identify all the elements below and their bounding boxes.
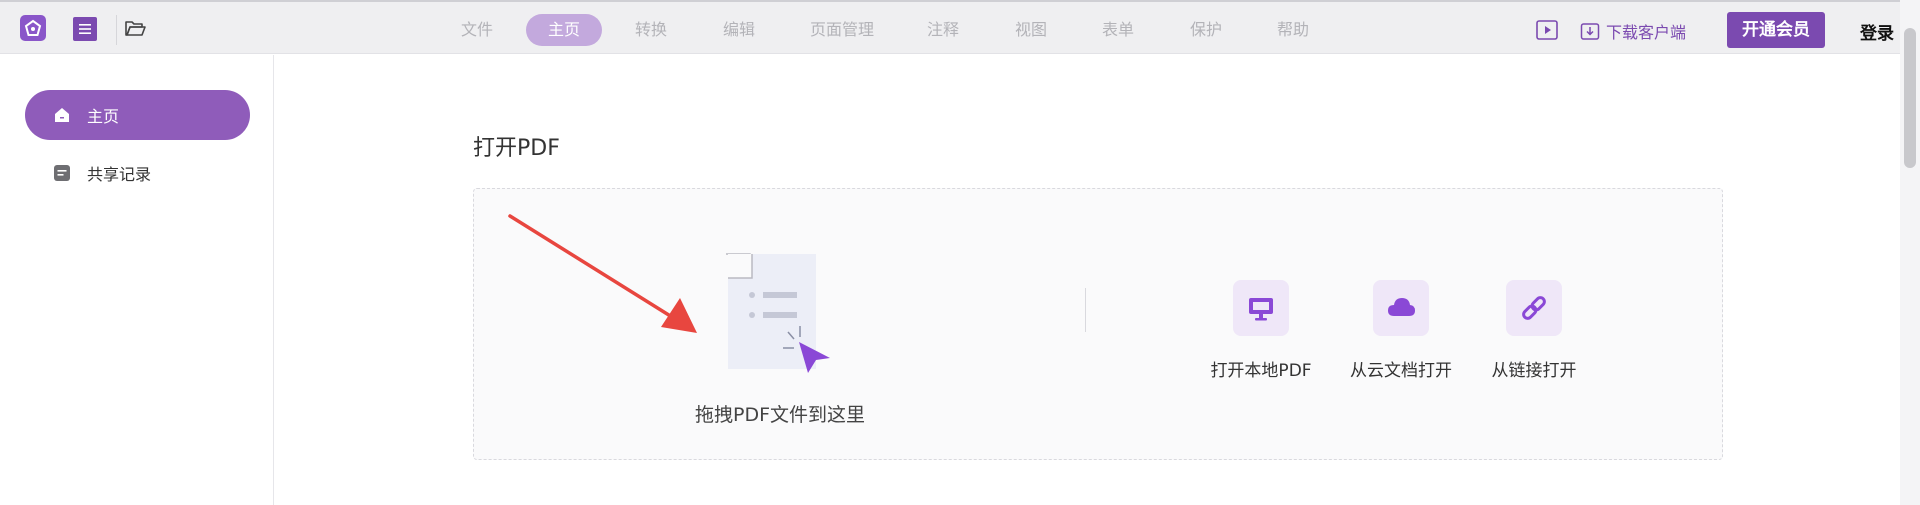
- sidebar-item-share-history[interactable]: 共享记录: [25, 148, 250, 198]
- document-icon: [53, 164, 71, 182]
- open-from-link-label: 从链接打开: [1491, 361, 1577, 381]
- nav-form[interactable]: 表单: [1093, 14, 1143, 46]
- scrollbar-thumb[interactable]: [1904, 28, 1916, 168]
- download-client-label: 下载客户端: [1606, 23, 1687, 42]
- home-icon: [53, 106, 71, 124]
- open-folder-icon[interactable]: [124, 17, 146, 39]
- open-local-pdf-button[interactable]: 打开本地PDF: [1191, 280, 1331, 381]
- document-drop-illustration-icon: [726, 250, 836, 375]
- monitor-icon: [1233, 280, 1289, 336]
- red-arrow-annotation-icon: [500, 210, 715, 340]
- app-logo-icon[interactable]: [20, 15, 46, 41]
- download-client-button[interactable]: 下载客户端: [1580, 20, 1686, 42]
- sidebar: 主页 共享记录: [0, 55, 274, 505]
- cloud-icon: [1373, 280, 1429, 336]
- vertical-divider: [1085, 288, 1086, 332]
- link-icon: [1506, 280, 1562, 336]
- sidebar-item-label: 共享记录: [87, 165, 152, 184]
- sidebar-item-home[interactable]: 主页: [25, 90, 250, 140]
- page-title: 打开PDF: [473, 136, 560, 161]
- open-from-cloud-label: 从云文档打开: [1350, 361, 1452, 381]
- nav-edit[interactable]: 编辑: [714, 14, 764, 46]
- nav-home[interactable]: 主页: [526, 14, 602, 46]
- open-from-cloud-button[interactable]: 从云文档打开: [1331, 280, 1471, 381]
- nav-help[interactable]: 帮助: [1268, 14, 1318, 46]
- nav-convert[interactable]: 转换: [626, 14, 676, 46]
- sidebar-item-label: 主页: [87, 107, 120, 126]
- nav-annotate[interactable]: 注释: [918, 14, 968, 46]
- drag-pdf-hint: 拖拽PDF文件到这里: [694, 404, 866, 426]
- nav-protect[interactable]: 保护: [1181, 14, 1231, 46]
- nav-file[interactable]: 文件: [452, 14, 502, 46]
- download-icon: [1580, 21, 1600, 41]
- vip-button[interactable]: 开通会员: [1727, 12, 1825, 48]
- toolbar-divider: [116, 15, 117, 45]
- open-from-link-button[interactable]: 从链接打开: [1464, 280, 1604, 381]
- open-local-pdf-label: 打开本地PDF: [1210, 361, 1312, 381]
- nav-view[interactable]: 视图: [1006, 14, 1056, 46]
- menu-icon[interactable]: [73, 17, 97, 41]
- login-button[interactable]: 登录: [1860, 19, 1894, 44]
- top-toolbar: 文件 主页 转换 编辑 页面管理 注释 视图 表单 保护 帮助 下载客户端 开通…: [0, 0, 1900, 54]
- nav-page-manage[interactable]: 页面管理: [800, 14, 884, 46]
- play-icon[interactable]: [1536, 20, 1558, 40]
